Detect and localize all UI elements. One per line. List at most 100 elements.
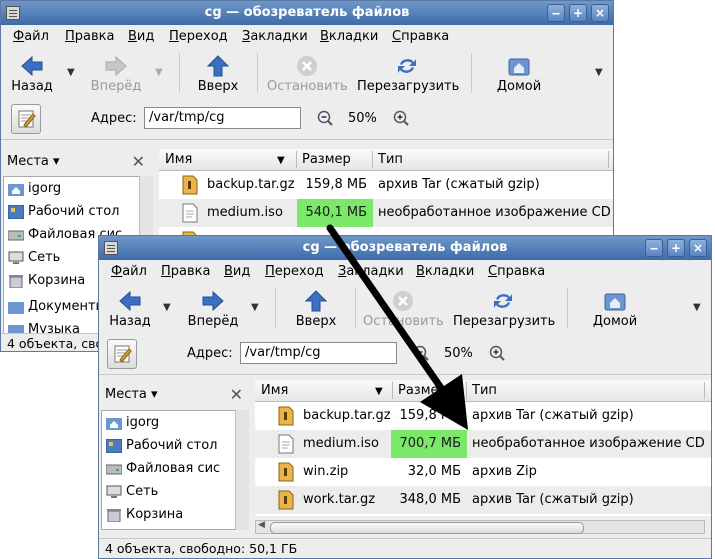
menu-help[interactable]: Справка [488,264,545,279]
forward-history-dropdown[interactable]: ▼ [251,302,259,313]
menu-bookmarks[interactable]: Закладки [242,29,308,44]
menu-go[interactable]: Переход [265,264,324,279]
menu-view[interactable]: Вид [128,29,154,44]
sidebar-scrollbar[interactable] [235,410,249,530]
reload-button[interactable]: Перезагрузить [453,282,555,334]
close-button[interactable]: × [689,239,707,257]
address-field[interactable]: /var/tmp/cg [144,107,301,129]
toggle-location-button[interactable] [11,104,41,134]
title-bar: cg — обозреватель файлов ‒ + × [1,1,613,25]
column-header: Имя ▼ Размер Тип [159,149,613,171]
forward-button[interactable]: Вперёд [89,47,143,99]
forward-button[interactable]: Вперёд [185,282,241,334]
column-header: Имя ▼ Размер Тип [255,380,711,402]
stop-button[interactable]: Остановить [363,282,444,334]
close-button[interactable]: × [591,4,609,22]
toolbar-separator [567,288,568,328]
column-type[interactable]: Тип [378,152,403,167]
column-type[interactable]: Тип [472,383,497,398]
toolbar-overflow-dropdown[interactable]: ▼ [595,67,603,78]
reload-icon [494,294,512,308]
home-folder-icon [8,184,24,196]
home-button[interactable]: Домой [591,282,639,334]
back-button[interactable]: Назад [9,47,55,99]
location-bar: Адрес: /var/tmp/cg 50% [1,99,613,140]
stop-button[interactable]: Остановить [267,47,348,99]
file-list: backup.tar.gz 159,8 МБ архив Tar (сжатый… [255,402,711,516]
address-label: Адрес: [187,346,233,361]
desktop-icon [8,205,24,219]
address-field[interactable]: /var/tmp/cg [240,342,397,364]
file-row[interactable]: win.zip 32,0 МБ архив Zip [255,458,711,486]
menu-file[interactable]: Файл [13,29,49,44]
sort-down-icon: ▼ [277,155,285,166]
menu-help[interactable]: Справка [392,29,449,44]
file-row[interactable]: backup.tar.gz 159,8 МБ архив Tar (сжатый… [159,171,613,199]
folder-icon [8,302,24,314]
maximize-button[interactable]: + [667,239,685,257]
reload-button[interactable]: Перезагрузить [357,47,459,99]
zoom-out-icon[interactable] [317,110,333,126]
forward-history-dropdown[interactable]: ▼ [155,67,163,78]
scrollbar-thumb[interactable] [270,522,584,534]
toolbar-separator [355,288,356,328]
menu-edit[interactable]: Правка [161,264,210,279]
document-icon [182,203,198,223]
home-folder-icon [604,293,626,311]
zoom-out-icon[interactable] [413,345,429,361]
title-bar: cg — обозреватель файлов ‒ + × [99,236,711,260]
sort-down-icon: ▼ [375,386,383,397]
file-list-scrollbar[interactable]: ◀ [255,520,705,534]
arrow-right-icon [202,290,224,312]
edit-note-icon [114,345,132,363]
zoom-in-icon[interactable] [393,110,409,126]
toolbar-separator [471,53,472,93]
scroll-left-icon[interactable]: ◀ [258,520,265,530]
maximize-button[interactable]: + [569,4,587,22]
home-folder-icon [508,58,530,76]
file-row[interactable]: medium.iso 540,1 МБ необработанное изобр… [159,199,613,227]
menu-file[interactable]: Файл [111,264,147,279]
archive-icon [278,490,294,510]
minimize-button[interactable]: ‒ [547,4,565,22]
address-label: Адрес: [91,111,137,126]
desktop-icon [106,439,122,453]
back-history-dropdown[interactable]: ▼ [67,67,75,78]
menu-tabs[interactable]: Вкладки [320,29,378,44]
close-sidebar-icon[interactable]: ✕ [230,385,243,404]
home-folder-icon [106,418,122,430]
archive-icon [182,175,198,195]
trash-icon [9,275,23,288]
drive-icon [8,230,24,241]
archive-icon [278,462,294,482]
menu-view[interactable]: Вид [224,264,250,279]
size-cell-highlight: 540,1 МБ [297,199,373,227]
file-row[interactable]: backup.tar.gz 159,8 МБ архив Tar (сжатый… [255,402,711,430]
file-row[interactable]: medium.iso 700,7 МБ необработанное изобр… [255,430,711,458]
up-button[interactable]: Вверх [193,47,243,99]
back-button[interactable]: Назад [107,282,153,334]
sidebar-header: Места ▾ ✕ [99,382,249,408]
toolbar-overflow-dropdown[interactable]: ▼ [693,302,701,313]
column-name[interactable]: Имя [165,152,192,167]
column-size[interactable]: Размер [398,383,447,398]
sidebar-title[interactable]: Места ▾ [105,387,158,402]
toggle-location-button[interactable] [107,339,137,369]
column-size[interactable]: Размер [302,152,351,167]
sidebar-title[interactable]: Места ▾ [7,154,60,169]
stop-icon [393,291,413,311]
menu-bookmarks[interactable]: Закладки [338,264,404,279]
menu-tabs[interactable]: Вкладки [416,264,474,279]
zoom-in-icon[interactable] [489,345,505,361]
document-icon [278,434,294,454]
minimize-button[interactable]: ‒ [645,239,663,257]
up-button[interactable]: Вверх [291,282,341,334]
menu-edit[interactable]: Правка [65,29,114,44]
close-sidebar-icon[interactable]: ✕ [132,152,145,171]
menu-go[interactable]: Переход [169,29,228,44]
back-history-dropdown[interactable]: ▼ [163,302,171,313]
home-button[interactable]: Домой [495,47,543,99]
column-name[interactable]: Имя [261,383,288,398]
file-row[interactable]: work.tar.gz 348,0 МБ архив Tar (сжатый g… [255,486,711,514]
toolbar: Назад ▼ Вперёд ▼ Вверх Остановить Переза… [1,47,613,100]
